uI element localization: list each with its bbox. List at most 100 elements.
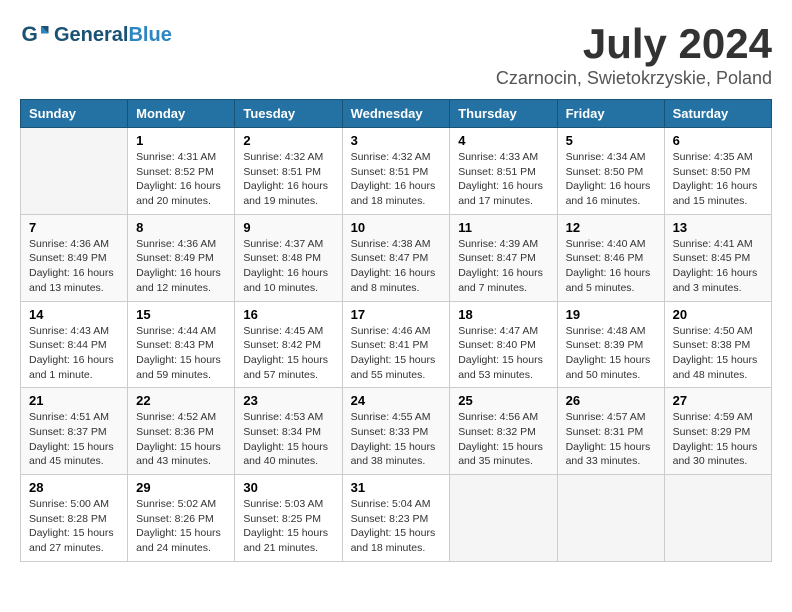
day-number: 2 bbox=[243, 133, 333, 148]
day-number: 3 bbox=[351, 133, 442, 148]
calendar-table: SundayMondayTuesdayWednesdayThursdayFrid… bbox=[20, 99, 772, 562]
day-info: Sunrise: 4:37 AMSunset: 8:48 PMDaylight:… bbox=[243, 237, 333, 296]
day-of-week-header: Monday bbox=[128, 100, 235, 128]
day-info: Sunrise: 4:40 AMSunset: 8:46 PMDaylight:… bbox=[566, 237, 656, 296]
calendar-day-cell: 2 Sunrise: 4:32 AMSunset: 8:51 PMDaylight… bbox=[235, 128, 342, 215]
calendar-week-row: 7Sunrise: 4:36 AMSunset: 8:49 PMDaylight… bbox=[21, 214, 772, 301]
day-number: 5 bbox=[566, 133, 656, 148]
calendar-day-cell: 15 Sunrise: 4:44 AMSunset: 8:43 PMDayligh… bbox=[128, 301, 235, 388]
day-info: Sunrise: 4:50 AMSunset: 8:38 PMDaylight:… bbox=[673, 324, 763, 383]
day-number: 24 bbox=[351, 393, 442, 408]
calendar-week-row: 28Sunrise: 5:00 AMSunset: 8:28 PMDayligh… bbox=[21, 475, 772, 562]
logo: G GeneralBlue bbox=[20, 20, 172, 50]
calendar-day-cell: 29 Sunrise: 5:02 AMSunset: 8:26 PMDayligh… bbox=[128, 475, 235, 562]
day-info: Sunrise: 4:39 AMSunset: 8:47 PMDaylight:… bbox=[458, 237, 548, 296]
page-header: G GeneralBlue July 2024 Czarnocin, Swiet… bbox=[20, 20, 772, 89]
day-info: Sunrise: 4:59 AMSunset: 8:29 PMDaylight:… bbox=[673, 410, 763, 469]
calendar-day-cell: 20 Sunrise: 4:50 AMSunset: 8:38 PMDayligh… bbox=[664, 301, 771, 388]
calendar-day-cell: 18Sunrise: 4:47 AMSunset: 8:40 PMDayligh… bbox=[450, 301, 557, 388]
day-info: Sunrise: 4:56 AMSunset: 8:32 PMDaylight:… bbox=[458, 410, 548, 469]
day-info: Sunrise: 4:31 AMSunset: 8:52 PMDaylight:… bbox=[136, 150, 226, 209]
day-number: 23 bbox=[243, 393, 333, 408]
day-number: 16 bbox=[243, 307, 333, 322]
day-number: 25 bbox=[458, 393, 548, 408]
calendar-day-cell: 16 Sunrise: 4:45 AMSunset: 8:42 PMDayligh… bbox=[235, 301, 342, 388]
day-info: Sunrise: 4:57 AMSunset: 8:31 PMDaylight:… bbox=[566, 410, 656, 469]
day-number: 8 bbox=[136, 220, 226, 235]
calendar-day-cell: 28Sunrise: 5:00 AMSunset: 8:28 PMDayligh… bbox=[21, 475, 128, 562]
day-info: Sunrise: 4:32 AMSunset: 8:51 PMDaylight:… bbox=[351, 150, 442, 209]
day-info: Sunrise: 4:45 AMSunset: 8:42 PMDaylight:… bbox=[243, 324, 333, 383]
day-number: 10 bbox=[351, 220, 442, 235]
day-of-week-header: Saturday bbox=[664, 100, 771, 128]
calendar-week-row: 14 Sunrise: 4:43 AMSunset: 8:44 PMDayligh… bbox=[21, 301, 772, 388]
day-info: Sunrise: 4:53 AMSunset: 8:34 PMDaylight:… bbox=[243, 410, 333, 469]
day-number: 20 bbox=[673, 307, 763, 322]
day-info: Sunrise: 5:04 AMSunset: 8:23 PMDaylight:… bbox=[351, 497, 442, 556]
day-number: 30 bbox=[243, 480, 333, 495]
calendar-day-cell: 17 Sunrise: 4:46 AMSunset: 8:41 PMDayligh… bbox=[342, 301, 450, 388]
day-info: Sunrise: 5:02 AMSunset: 8:26 PMDaylight:… bbox=[136, 497, 226, 556]
calendar-day-cell: 24 Sunrise: 4:55 AMSunset: 8:33 PMDayligh… bbox=[342, 388, 450, 475]
day-number: 11 bbox=[458, 220, 548, 235]
calendar-day-cell: 14 Sunrise: 4:43 AMSunset: 8:44 PMDayligh… bbox=[21, 301, 128, 388]
day-info: Sunrise: 4:41 AMSunset: 8:45 PMDaylight:… bbox=[673, 237, 763, 296]
day-number: 29 bbox=[136, 480, 226, 495]
day-of-week-header: Thursday bbox=[450, 100, 557, 128]
calendar-day-cell: 9 Sunrise: 4:37 AMSunset: 8:48 PMDaylight… bbox=[235, 214, 342, 301]
calendar-day-cell bbox=[664, 475, 771, 562]
day-info: Sunrise: 4:52 AMSunset: 8:36 PMDaylight:… bbox=[136, 410, 226, 469]
calendar-day-cell: 12 Sunrise: 4:40 AMSunset: 8:46 PMDayligh… bbox=[557, 214, 664, 301]
calendar-day-cell: 4Sunrise: 4:33 AMSunset: 8:51 PMDaylight… bbox=[450, 128, 557, 215]
calendar-day-cell: 21Sunrise: 4:51 AMSunset: 8:37 PMDayligh… bbox=[21, 388, 128, 475]
day-info: Sunrise: 4:36 AMSunset: 8:49 PMDaylight:… bbox=[29, 237, 119, 296]
day-info: Sunrise: 4:33 AMSunset: 8:51 PMDaylight:… bbox=[458, 150, 548, 209]
logo-icon: G bbox=[20, 20, 50, 50]
calendar-day-cell bbox=[557, 475, 664, 562]
day-number: 13 bbox=[673, 220, 763, 235]
day-info: Sunrise: 4:43 AMSunset: 8:44 PMDaylight:… bbox=[29, 324, 119, 383]
day-info: Sunrise: 4:34 AMSunset: 8:50 PMDaylight:… bbox=[566, 150, 656, 209]
calendar-day-cell: 6Sunrise: 4:35 AMSunset: 8:50 PMDaylight… bbox=[664, 128, 771, 215]
calendar-day-cell: 8Sunrise: 4:36 AMSunset: 8:49 PMDaylight… bbox=[128, 214, 235, 301]
day-number: 17 bbox=[351, 307, 442, 322]
day-number: 15 bbox=[136, 307, 226, 322]
day-number: 9 bbox=[243, 220, 333, 235]
day-number: 19 bbox=[566, 307, 656, 322]
logo-text: GeneralBlue bbox=[54, 24, 172, 46]
day-number: 31 bbox=[351, 480, 442, 495]
calendar-day-cell: 30Sunrise: 5:03 AMSunset: 8:25 PMDayligh… bbox=[235, 475, 342, 562]
calendar-header-row: SundayMondayTuesdayWednesdayThursdayFrid… bbox=[21, 100, 772, 128]
calendar-day-cell: 26 Sunrise: 4:57 AMSunset: 8:31 PMDayligh… bbox=[557, 388, 664, 475]
calendar-day-cell: 5 Sunrise: 4:34 AMSunset: 8:50 PMDaylight… bbox=[557, 128, 664, 215]
calendar-day-cell: 23 Sunrise: 4:53 AMSunset: 8:34 PMDayligh… bbox=[235, 388, 342, 475]
day-info: Sunrise: 4:44 AMSunset: 8:43 PMDaylight:… bbox=[136, 324, 226, 383]
day-number: 28 bbox=[29, 480, 119, 495]
day-number: 12 bbox=[566, 220, 656, 235]
day-number: 18 bbox=[458, 307, 548, 322]
calendar-day-cell: 11 Sunrise: 4:39 AMSunset: 8:47 PMDayligh… bbox=[450, 214, 557, 301]
calendar-day-cell bbox=[21, 128, 128, 215]
svg-text:G: G bbox=[22, 23, 38, 46]
day-number: 22 bbox=[136, 393, 226, 408]
day-of-week-header: Tuesday bbox=[235, 100, 342, 128]
day-number: 1 bbox=[136, 133, 226, 148]
day-info: Sunrise: 4:55 AMSunset: 8:33 PMDaylight:… bbox=[351, 410, 442, 469]
day-number: 21 bbox=[29, 393, 119, 408]
calendar-day-cell: 19Sunrise: 4:48 AMSunset: 8:39 PMDayligh… bbox=[557, 301, 664, 388]
day-info: Sunrise: 4:35 AMSunset: 8:50 PMDaylight:… bbox=[673, 150, 763, 209]
calendar-day-cell: 25 Sunrise: 4:56 AMSunset: 8:32 PMDayligh… bbox=[450, 388, 557, 475]
day-of-week-header: Sunday bbox=[21, 100, 128, 128]
month-year-title: July 2024 bbox=[496, 20, 772, 68]
location-subtitle: Czarnocin, Swietokrzyskie, Poland bbox=[496, 68, 772, 89]
calendar-day-cell: 3 Sunrise: 4:32 AMSunset: 8:51 PMDaylight… bbox=[342, 128, 450, 215]
day-number: 14 bbox=[29, 307, 119, 322]
day-number: 26 bbox=[566, 393, 656, 408]
title-section: July 2024 Czarnocin, Swietokrzyskie, Pol… bbox=[496, 20, 772, 89]
day-info: Sunrise: 4:46 AMSunset: 8:41 PMDaylight:… bbox=[351, 324, 442, 383]
day-info: Sunrise: 4:32 AMSunset: 8:51 PMDaylight:… bbox=[243, 150, 333, 209]
calendar-week-row: 21Sunrise: 4:51 AMSunset: 8:37 PMDayligh… bbox=[21, 388, 772, 475]
calendar-week-row: 1 Sunrise: 4:31 AMSunset: 8:52 PMDaylight… bbox=[21, 128, 772, 215]
calendar-day-cell: 10Sunrise: 4:38 AMSunset: 8:47 PMDayligh… bbox=[342, 214, 450, 301]
calendar-day-cell: 13 Sunrise: 4:41 AMSunset: 8:45 PMDayligh… bbox=[664, 214, 771, 301]
